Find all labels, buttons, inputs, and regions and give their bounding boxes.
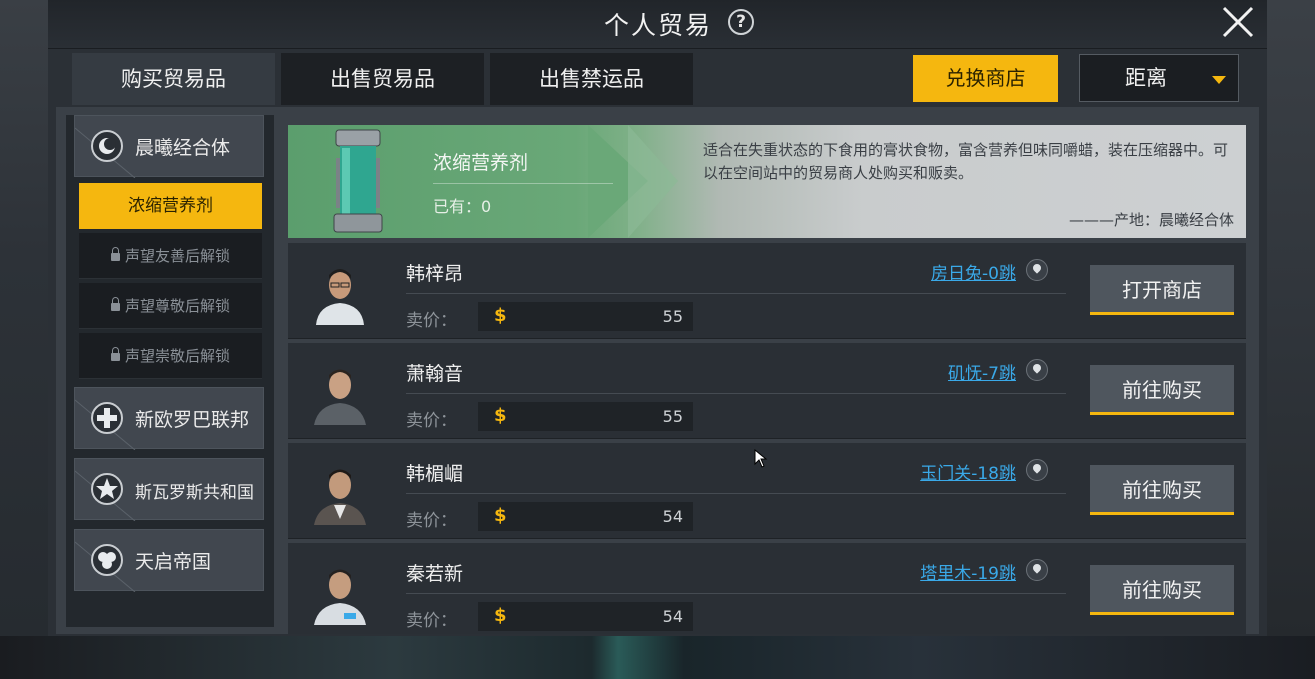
go-buy-button[interactable]: 前往购买 [1090, 565, 1234, 615]
trader-row: 秦若新 塔里木-19跳 卖价： $ 54 前往购买 [288, 543, 1246, 634]
lock-icon [110, 247, 120, 261]
trader-name: 韩楣嵋 [406, 463, 464, 485]
faction-label: 斯瓦罗斯共和国 [135, 483, 254, 503]
trader-name: 秦若新 [406, 563, 464, 585]
price-value: 54 [662, 607, 683, 626]
orb-emblem-icon [91, 544, 123, 576]
currency-icon: $ [494, 505, 507, 526]
locked-item: 声望尊敬后解锁 [79, 283, 262, 329]
window-title: 个人贸易 [604, 11, 713, 40]
tab-sell-contraband[interactable]: 出售禁运品 [490, 53, 693, 105]
lock-icon [110, 297, 120, 311]
background-bottom [0, 636, 1315, 679]
price-value: 54 [662, 507, 683, 526]
price-box: $ 54 [478, 502, 693, 531]
locked-item-label: 声望友善后解锁 [124, 247, 230, 265]
price-label: 卖价： [406, 611, 457, 631]
trader-row: 韩梓昂 房日兔-0跳 卖价： $ 55 打开商店 [288, 243, 1246, 339]
item-owned-count: 已有：0 [433, 197, 492, 216]
sort-dropdown[interactable]: 距离 [1079, 54, 1239, 102]
locked-item: 声望崇敬后解锁 [79, 333, 262, 379]
currency-icon: $ [494, 405, 507, 426]
trader-name: 萧翰音 [406, 363, 464, 385]
price-box: $ 55 [478, 302, 693, 331]
trader-row: 萧翰音 矶怃-7跳 卖价： $ 55 前往购买 [288, 343, 1246, 439]
crescent-emblem-icon [91, 130, 123, 162]
trader-location-link[interactable]: 玉门关-18跳 [920, 459, 1016, 484]
locked-item: 声望友善后解锁 [79, 233, 262, 279]
star-emblem-icon [91, 473, 123, 505]
faction-label: 晨曦经合体 [135, 137, 231, 159]
trade-panel: 个人贸易 ? 购买贸易品 出售贸易品 出售禁运品 兑换商店 距离 晨曦经合体 浓… [48, 0, 1267, 636]
go-buy-button[interactable]: 前往购买 [1090, 465, 1234, 515]
title-bar: 个人贸易 ? [48, 0, 1267, 49]
price-label: 卖价： [406, 411, 457, 431]
nutrient-canister-icon [333, 129, 383, 233]
locked-item-label: 声望崇敬后解锁 [124, 347, 230, 365]
item-description: 适合在失重状态的下食用的膏状食物，富含营养但味同嚼蜡，装在压缩器中。可以在空间站… [703, 141, 1229, 182]
sort-label: 距离 [1125, 66, 1167, 90]
faction-item-chenxi[interactable]: 晨曦经合体 [74, 115, 264, 178]
trader-location-link[interactable]: 塔里木-19跳 [920, 559, 1016, 584]
exchange-shop-button[interactable]: 兑换商店 [913, 55, 1058, 102]
trader-avatar [310, 561, 370, 625]
map-pin-icon[interactable] [1026, 459, 1048, 481]
item-name: 浓缩营养剂 [433, 152, 529, 174]
item-origin: ———产地：晨曦经合体 [1068, 211, 1234, 229]
faction-item-tianqi[interactable]: 天启帝国 [74, 529, 264, 592]
locked-item-label: 声望尊敬后解锁 [124, 297, 230, 315]
faction-label: 新欧罗巴联邦 [135, 409, 250, 431]
price-label: 卖价： [406, 511, 457, 531]
faction-label: 天启帝国 [135, 551, 212, 573]
trader-avatar [310, 261, 370, 325]
map-pin-icon[interactable] [1026, 559, 1048, 581]
item-banner: 浓缩营养剂 已有：0 适合在失重状态的下食用的膏状食物，富含营养但味同嚼蜡，装在… [288, 125, 1246, 238]
chevron-down-icon [1212, 76, 1226, 84]
open-shop-button[interactable]: 打开商店 [1090, 265, 1234, 315]
map-pin-icon[interactable] [1026, 259, 1048, 281]
trader-location-link[interactable]: 矶怃-7跳 [948, 359, 1016, 384]
faction-item-new-europa[interactable]: 新欧罗巴联邦 [74, 387, 264, 450]
go-buy-button[interactable]: 前往购买 [1090, 365, 1234, 415]
trader-location-link[interactable]: 房日兔-0跳 [931, 259, 1016, 284]
background-left [0, 0, 48, 636]
trader-name: 韩梓昂 [406, 263, 464, 285]
cross-emblem-icon [91, 402, 123, 434]
trader-avatar [310, 461, 370, 525]
faction-sidebar: 晨曦经合体 浓缩营养剂 声望友善后解锁 声望尊敬后解锁 声望崇敬后解锁 新欧罗巴… [66, 115, 274, 627]
price-value: 55 [662, 307, 683, 326]
trader-list-panel: 浓缩营养剂 已有：0 适合在失重状态的下食用的膏状食物，富含营养但味同嚼蜡，装在… [288, 125, 1246, 634]
close-icon[interactable] [1218, 2, 1258, 42]
help-icon[interactable]: ? [728, 9, 754, 35]
mouse-cursor-icon [754, 449, 768, 468]
price-box: $ 55 [478, 402, 693, 431]
faction-item-swaros[interactable]: 斯瓦罗斯共和国 [74, 458, 264, 521]
lock-icon [110, 347, 120, 361]
background-right [1263, 0, 1315, 636]
tab-buy[interactable]: 购买贸易品 [72, 53, 275, 105]
content-area: 晨曦经合体 浓缩营养剂 声望友善后解锁 声望尊敬后解锁 声望崇敬后解锁 新欧罗巴… [56, 107, 1259, 634]
price-label: 卖价： [406, 311, 457, 331]
tab-sell[interactable]: 出售贸易品 [281, 53, 484, 105]
sidebar-item-nutrient[interactable]: 浓缩营养剂 [79, 183, 262, 229]
map-pin-icon[interactable] [1026, 359, 1048, 381]
currency-icon: $ [494, 305, 507, 326]
currency-icon: $ [494, 605, 507, 626]
trader-avatar [310, 361, 370, 425]
price-box: $ 54 [478, 602, 693, 631]
price-value: 55 [662, 407, 683, 426]
